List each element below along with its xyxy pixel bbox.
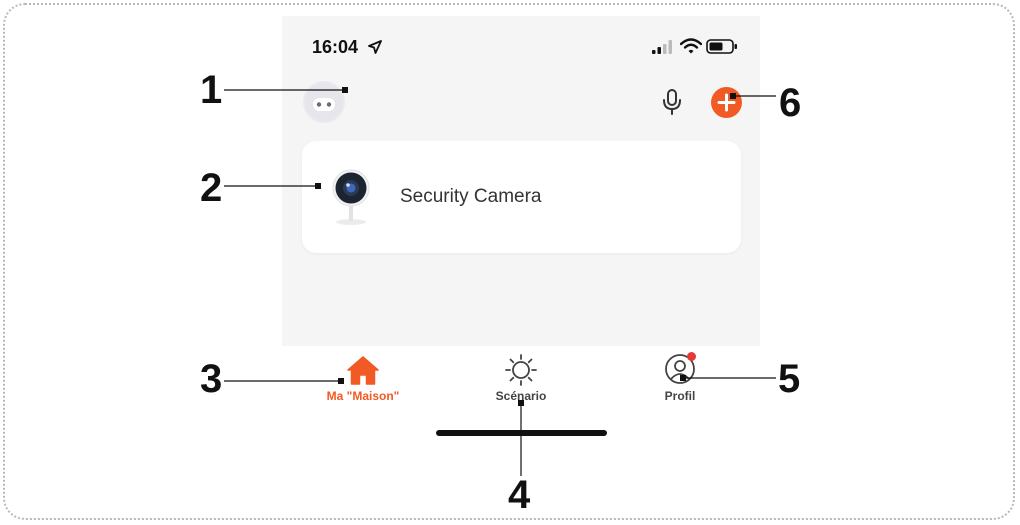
callout-3: 3 — [200, 357, 223, 401]
callout-6: 6 — [779, 81, 802, 125]
home-avatar-button[interactable] — [303, 81, 345, 123]
callout-1: 1 — [200, 68, 223, 112]
device-name: Security Camera — [400, 186, 542, 207]
home-icon — [347, 356, 379, 385]
notification-badge — [687, 352, 696, 361]
location-arrow-icon — [368, 40, 382, 54]
plus-icon — [717, 93, 736, 112]
sun-icon — [505, 354, 537, 386]
battery-icon — [706, 39, 737, 54]
tab-label-profile: Profil — [664, 389, 696, 403]
wifi-icon — [680, 38, 702, 54]
tab-label-scenario: Scénario — [495, 389, 547, 403]
home-indicator — [436, 430, 607, 436]
microphone-icon[interactable] — [661, 88, 683, 116]
tab-profile[interactable]: Profil — [650, 352, 710, 404]
cellular-signal-icon — [652, 40, 672, 54]
tab-scenario[interactable]: Scénario — [481, 352, 561, 404]
status-time: 16:04 — [312, 37, 359, 57]
callout-2: 2 — [200, 166, 223, 210]
robot-avatar-icon — [305, 83, 343, 121]
add-device-button[interactable] — [711, 87, 742, 118]
callout-5: 5 — [778, 357, 801, 401]
tab-home[interactable]: Ma "Maison" — [318, 352, 408, 404]
callout-4: 4 — [508, 473, 531, 517]
tab-label-home: Ma "Maison" — [326, 389, 400, 403]
security-camera-icon — [332, 169, 370, 225]
